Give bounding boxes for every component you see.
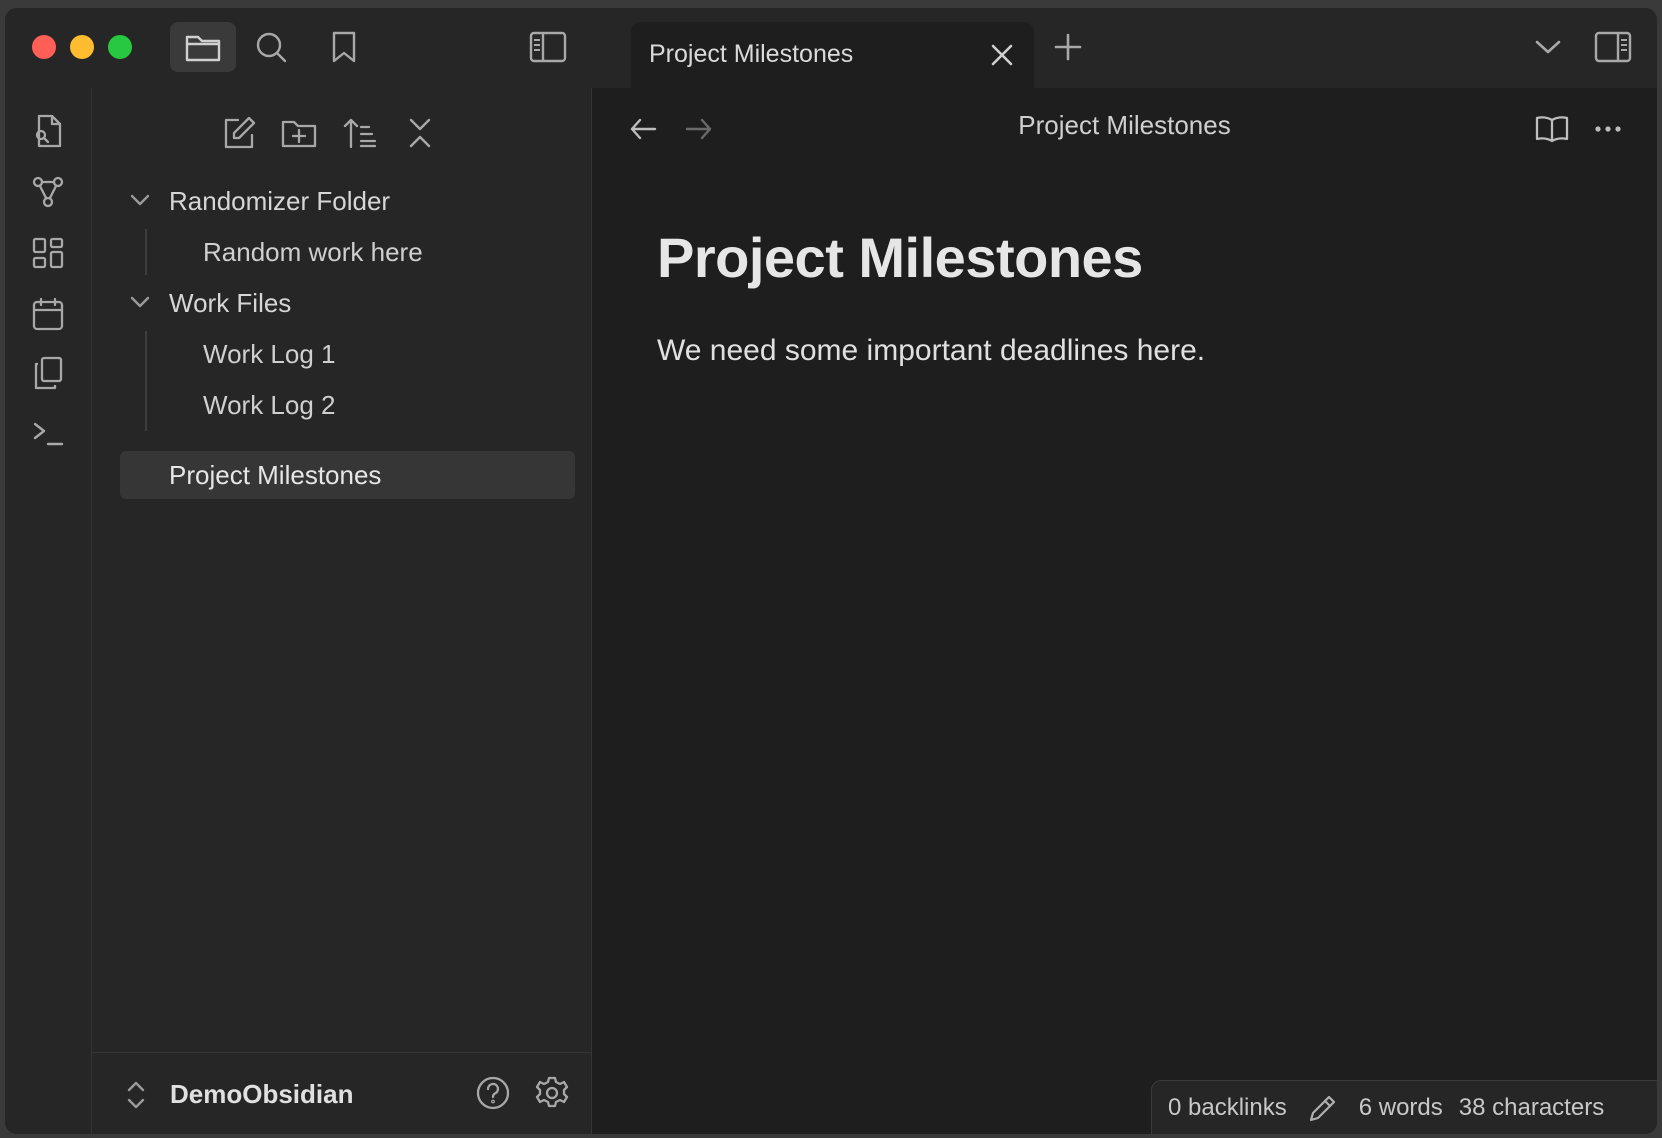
reading-view-button[interactable] bbox=[1529, 106, 1575, 152]
file-label: Work Log 2 bbox=[203, 389, 336, 420]
bookmarks-button[interactable] bbox=[311, 22, 377, 72]
chevron-down-icon bbox=[1535, 39, 1561, 55]
view-header-title[interactable]: Project Milestones bbox=[592, 110, 1657, 141]
bookmark-icon bbox=[331, 31, 357, 63]
collapse-all-icon bbox=[407, 117, 433, 149]
chevron-down-icon[interactable] bbox=[130, 193, 150, 207]
new-folder-icon bbox=[281, 118, 317, 148]
tab-list-button[interactable] bbox=[1520, 22, 1576, 72]
word-count: 6 words bbox=[1358, 1094, 1443, 1121]
search-button[interactable] bbox=[238, 22, 304, 72]
right-sidebar-icon bbox=[1594, 31, 1632, 63]
graph-view-button[interactable] bbox=[25, 169, 71, 215]
sidebar-toggle-icon bbox=[529, 31, 567, 63]
file-explorer-button[interactable] bbox=[170, 22, 236, 72]
character-count: 38 characters bbox=[1458, 1094, 1605, 1121]
graph-view-icon bbox=[32, 176, 64, 208]
vault-switch-icon[interactable] bbox=[126, 1080, 146, 1110]
chevron-down-icon[interactable] bbox=[130, 295, 150, 309]
pencil-icon[interactable] bbox=[1309, 1094, 1337, 1122]
new-note-icon bbox=[222, 116, 256, 150]
window-minimize-button[interactable] bbox=[70, 35, 94, 59]
new-folder-button[interactable] bbox=[276, 110, 322, 156]
tree-indent-guide bbox=[145, 229, 147, 275]
editor-pane: Project Milestones Project Milestones We… bbox=[592, 88, 1657, 1134]
tree-indent-guide bbox=[145, 331, 147, 431]
window-maximize-button[interactable] bbox=[108, 35, 132, 59]
sidebar-footer: DemoObsidian bbox=[92, 1052, 591, 1134]
folder-label: Work Files bbox=[169, 287, 292, 318]
templates-icon bbox=[33, 356, 63, 390]
left-sidebar-toggle-button[interactable] bbox=[515, 22, 581, 72]
new-note-button[interactable] bbox=[216, 110, 262, 156]
folder-work-files[interactable]: Work Files bbox=[169, 279, 291, 327]
file-work-log-2[interactable]: Work Log 2 bbox=[203, 381, 335, 429]
quick-switcher-button[interactable] bbox=[25, 108, 71, 154]
calendar-icon bbox=[32, 297, 64, 331]
terminal-icon bbox=[32, 419, 64, 447]
templates-button[interactable] bbox=[25, 350, 71, 396]
window-close-button[interactable] bbox=[32, 35, 56, 59]
tab-title: Project Milestones bbox=[649, 40, 854, 68]
canvas-button[interactable] bbox=[25, 230, 71, 276]
plus-icon bbox=[1054, 33, 1082, 61]
vault-name[interactable]: DemoObsidian bbox=[170, 1079, 353, 1110]
close-icon[interactable] bbox=[989, 42, 1015, 68]
ribbon bbox=[5, 88, 92, 1134]
more-options-icon bbox=[1594, 125, 1622, 133]
file-label: Work Log 1 bbox=[203, 338, 336, 369]
tab-project-milestones[interactable]: Project Milestones bbox=[631, 22, 1034, 88]
file-explorer-sidebar: Randomizer Folder Random work here Work … bbox=[92, 88, 592, 1134]
canvas-icon bbox=[32, 237, 64, 269]
document-body-text[interactable]: We need some important deadlines here. bbox=[657, 334, 1205, 368]
sort-button[interactable] bbox=[337, 110, 383, 156]
file-random-work-here[interactable]: Random work here bbox=[203, 228, 423, 276]
reading-view-icon bbox=[1535, 115, 1569, 143]
folder-label: Randomizer Folder bbox=[169, 185, 391, 216]
open-quick-switcher-icon bbox=[32, 114, 64, 148]
file-label: Project Milestones bbox=[169, 459, 382, 490]
file-work-log-1[interactable]: Work Log 1 bbox=[203, 330, 335, 378]
file-label: Random work here bbox=[203, 236, 423, 267]
file-project-milestones[interactable]: Project Milestones bbox=[169, 451, 381, 499]
more-options-button[interactable] bbox=[1585, 106, 1631, 152]
backlinks-count[interactable]: 0 backlinks bbox=[1168, 1094, 1287, 1122]
document-heading[interactable]: Project Milestones bbox=[657, 225, 1143, 290]
folder-randomizer[interactable]: Randomizer Folder bbox=[169, 177, 390, 225]
folder-icon bbox=[185, 32, 221, 62]
new-tab-button[interactable] bbox=[1040, 22, 1096, 72]
sort-icon bbox=[343, 117, 377, 149]
app-window: Project Milestones Randomizer Folder Ran… bbox=[5, 8, 1657, 1134]
collapse-all-button[interactable] bbox=[397, 110, 443, 156]
right-sidebar-toggle-button[interactable] bbox=[1583, 22, 1643, 72]
help-icon[interactable] bbox=[475, 1075, 511, 1111]
search-icon bbox=[255, 31, 287, 63]
status-bar: 0 backlinks 6 words 38 characters bbox=[1151, 1080, 1657, 1134]
settings-icon[interactable] bbox=[534, 1075, 570, 1111]
daily-note-button[interactable] bbox=[25, 291, 71, 337]
terminal-button[interactable] bbox=[25, 410, 71, 456]
title-bar: Project Milestones bbox=[5, 8, 1657, 88]
